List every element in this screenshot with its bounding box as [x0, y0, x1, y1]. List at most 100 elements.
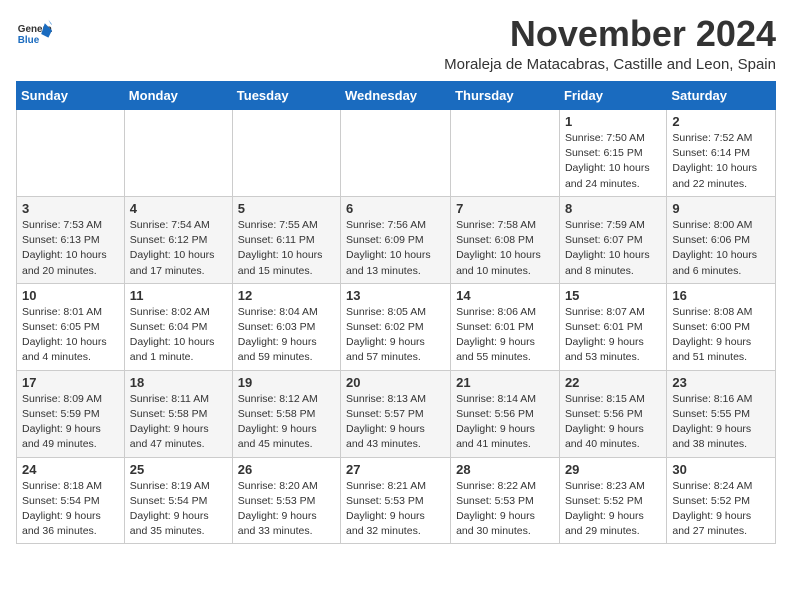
calendar-cell: 20 Sunrise: 8:13 AM Sunset: 5:57 PM Dayli…	[341, 370, 451, 457]
calendar-cell: 23 Sunrise: 8:16 AM Sunset: 5:55 PM Dayli…	[667, 370, 776, 457]
day-info: Sunrise: 8:00 AM Sunset: 6:06 PM Dayligh…	[672, 218, 770, 279]
day-info: Sunrise: 8:09 AM Sunset: 5:59 PM Dayligh…	[22, 392, 119, 453]
day-number: 23	[672, 375, 770, 390]
day-number: 8	[565, 201, 661, 216]
calendar-cell: 14 Sunrise: 8:06 AM Sunset: 6:01 PM Dayli…	[451, 283, 560, 370]
day-of-week-header: Wednesday	[341, 82, 451, 110]
calendar-header-row: SundayMondayTuesdayWednesdayThursdayFrid…	[17, 82, 776, 110]
day-of-week-header: Thursday	[451, 82, 560, 110]
day-number: 25	[130, 462, 227, 477]
day-info: Sunrise: 8:16 AM Sunset: 5:55 PM Dayligh…	[672, 392, 770, 453]
day-number: 14	[456, 288, 554, 303]
day-info: Sunrise: 8:14 AM Sunset: 5:56 PM Dayligh…	[456, 392, 554, 453]
day-info: Sunrise: 8:04 AM Sunset: 6:03 PM Dayligh…	[238, 305, 335, 366]
day-info: Sunrise: 7:58 AM Sunset: 6:08 PM Dayligh…	[456, 218, 554, 279]
day-number: 12	[238, 288, 335, 303]
calendar-cell	[17, 110, 125, 197]
calendar-cell: 25 Sunrise: 8:19 AM Sunset: 5:54 PM Dayli…	[124, 457, 232, 544]
calendar-cell	[124, 110, 232, 197]
calendar-cell: 16 Sunrise: 8:08 AM Sunset: 6:00 PM Dayli…	[667, 283, 776, 370]
day-info: Sunrise: 8:19 AM Sunset: 5:54 PM Dayligh…	[130, 479, 227, 540]
calendar-week-row: 24 Sunrise: 8:18 AM Sunset: 5:54 PM Dayli…	[17, 457, 776, 544]
calendar-week-row: 10 Sunrise: 8:01 AM Sunset: 6:05 PM Dayli…	[17, 283, 776, 370]
calendar-cell: 21 Sunrise: 8:14 AM Sunset: 5:56 PM Dayli…	[451, 370, 560, 457]
day-number: 1	[565, 114, 661, 129]
logo: General Blue	[16, 16, 52, 52]
day-number: 7	[456, 201, 554, 216]
logo-icon: General Blue	[16, 16, 52, 52]
calendar-table: SundayMondayTuesdayWednesdayThursdayFrid…	[16, 81, 776, 544]
day-of-week-header: Monday	[124, 82, 232, 110]
calendar-cell: 7 Sunrise: 7:58 AM Sunset: 6:08 PM Daylig…	[451, 196, 560, 283]
day-number: 5	[238, 201, 335, 216]
calendar-cell: 28 Sunrise: 8:22 AM Sunset: 5:53 PM Dayli…	[451, 457, 560, 544]
day-info: Sunrise: 8:07 AM Sunset: 6:01 PM Dayligh…	[565, 305, 661, 366]
calendar-cell: 4Sunrise: 7:54 AM Sunset: 6:12 PM Daylig…	[124, 196, 232, 283]
day-number: 9	[672, 201, 770, 216]
calendar-cell: 15 Sunrise: 8:07 AM Sunset: 6:01 PM Dayli…	[559, 283, 666, 370]
calendar-week-row: 1 Sunrise: 7:50 AM Sunset: 6:15 PM Daylig…	[17, 110, 776, 197]
calendar-cell: 6Sunrise: 7:56 AM Sunset: 6:09 PM Daylig…	[341, 196, 451, 283]
calendar-cell: 12 Sunrise: 8:04 AM Sunset: 6:03 PM Dayli…	[232, 283, 340, 370]
location-subtitle: Moraleja de Matacabras, Castille and Leo…	[444, 56, 776, 73]
day-info: Sunrise: 8:23 AM Sunset: 5:52 PM Dayligh…	[565, 479, 661, 540]
day-info: Sunrise: 7:52 AM Sunset: 6:14 PM Dayligh…	[672, 131, 770, 192]
day-info: Sunrise: 8:21 AM Sunset: 5:53 PM Dayligh…	[346, 479, 445, 540]
calendar-cell: 2 Sunrise: 7:52 AM Sunset: 6:14 PM Daylig…	[667, 110, 776, 197]
day-info: Sunrise: 7:59 AM Sunset: 6:07 PM Dayligh…	[565, 218, 661, 279]
day-number: 29	[565, 462, 661, 477]
day-number: 21	[456, 375, 554, 390]
day-number: 15	[565, 288, 661, 303]
calendar-cell: 30 Sunrise: 8:24 AM Sunset: 5:52 PM Dayli…	[667, 457, 776, 544]
calendar-cell: 3Sunrise: 7:53 AM Sunset: 6:13 PM Daylig…	[17, 196, 125, 283]
month-year-title: November 2024	[444, 16, 776, 52]
day-of-week-header: Saturday	[667, 82, 776, 110]
day-number: 28	[456, 462, 554, 477]
day-info: Sunrise: 8:06 AM Sunset: 6:01 PM Dayligh…	[456, 305, 554, 366]
calendar-week-row: 3Sunrise: 7:53 AM Sunset: 6:13 PM Daylig…	[17, 196, 776, 283]
calendar-cell: 5 Sunrise: 7:55 AM Sunset: 6:11 PM Daylig…	[232, 196, 340, 283]
calendar-cell: 29 Sunrise: 8:23 AM Sunset: 5:52 PM Dayli…	[559, 457, 666, 544]
day-number: 10	[22, 288, 119, 303]
day-number: 30	[672, 462, 770, 477]
calendar-cell: 9 Sunrise: 8:00 AM Sunset: 6:06 PM Daylig…	[667, 196, 776, 283]
day-number: 20	[346, 375, 445, 390]
calendar-cell: 19Sunrise: 8:12 AM Sunset: 5:58 PM Dayli…	[232, 370, 340, 457]
day-number: 26	[238, 462, 335, 477]
day-info: Sunrise: 8:02 AM Sunset: 6:04 PM Dayligh…	[130, 305, 227, 366]
day-number: 17	[22, 375, 119, 390]
day-number: 11	[130, 288, 227, 303]
day-info: Sunrise: 7:53 AM Sunset: 6:13 PM Dayligh…	[22, 218, 119, 279]
day-info: Sunrise: 8:13 AM Sunset: 5:57 PM Dayligh…	[346, 392, 445, 453]
calendar-cell	[232, 110, 340, 197]
day-number: 22	[565, 375, 661, 390]
day-of-week-header: Friday	[559, 82, 666, 110]
calendar-cell: 8 Sunrise: 7:59 AM Sunset: 6:07 PM Daylig…	[559, 196, 666, 283]
day-number: 18	[130, 375, 227, 390]
day-info: Sunrise: 8:15 AM Sunset: 5:56 PM Dayligh…	[565, 392, 661, 453]
day-info: Sunrise: 7:55 AM Sunset: 6:11 PM Dayligh…	[238, 218, 335, 279]
day-of-week-header: Tuesday	[232, 82, 340, 110]
day-info: Sunrise: 8:08 AM Sunset: 6:00 PM Dayligh…	[672, 305, 770, 366]
svg-text:Blue: Blue	[18, 35, 40, 46]
calendar-cell: 18Sunrise: 8:11 AM Sunset: 5:58 PM Dayli…	[124, 370, 232, 457]
day-info: Sunrise: 8:01 AM Sunset: 6:05 PM Dayligh…	[22, 305, 119, 366]
day-number: 16	[672, 288, 770, 303]
day-info: Sunrise: 7:50 AM Sunset: 6:15 PM Dayligh…	[565, 131, 661, 192]
title-area: November 2024 Moraleja de Matacabras, Ca…	[444, 16, 776, 73]
calendar-cell: 26 Sunrise: 8:20 AM Sunset: 5:53 PM Dayli…	[232, 457, 340, 544]
day-info: Sunrise: 8:05 AM Sunset: 6:02 PM Dayligh…	[346, 305, 445, 366]
calendar-cell: 27Sunrise: 8:21 AM Sunset: 5:53 PM Dayli…	[341, 457, 451, 544]
calendar-cell: 22 Sunrise: 8:15 AM Sunset: 5:56 PM Dayli…	[559, 370, 666, 457]
day-number: 24	[22, 462, 119, 477]
day-number: 2	[672, 114, 770, 129]
day-info: Sunrise: 8:12 AM Sunset: 5:58 PM Dayligh…	[238, 392, 335, 453]
day-number: 4	[130, 201, 227, 216]
day-info: Sunrise: 8:18 AM Sunset: 5:54 PM Dayligh…	[22, 479, 119, 540]
day-info: Sunrise: 8:22 AM Sunset: 5:53 PM Dayligh…	[456, 479, 554, 540]
header: General Blue November 2024 Moraleja de M…	[16, 16, 776, 73]
day-info: Sunrise: 8:24 AM Sunset: 5:52 PM Dayligh…	[672, 479, 770, 540]
calendar-cell: 13Sunrise: 8:05 AM Sunset: 6:02 PM Dayli…	[341, 283, 451, 370]
day-number: 6	[346, 201, 445, 216]
day-info: Sunrise: 8:20 AM Sunset: 5:53 PM Dayligh…	[238, 479, 335, 540]
